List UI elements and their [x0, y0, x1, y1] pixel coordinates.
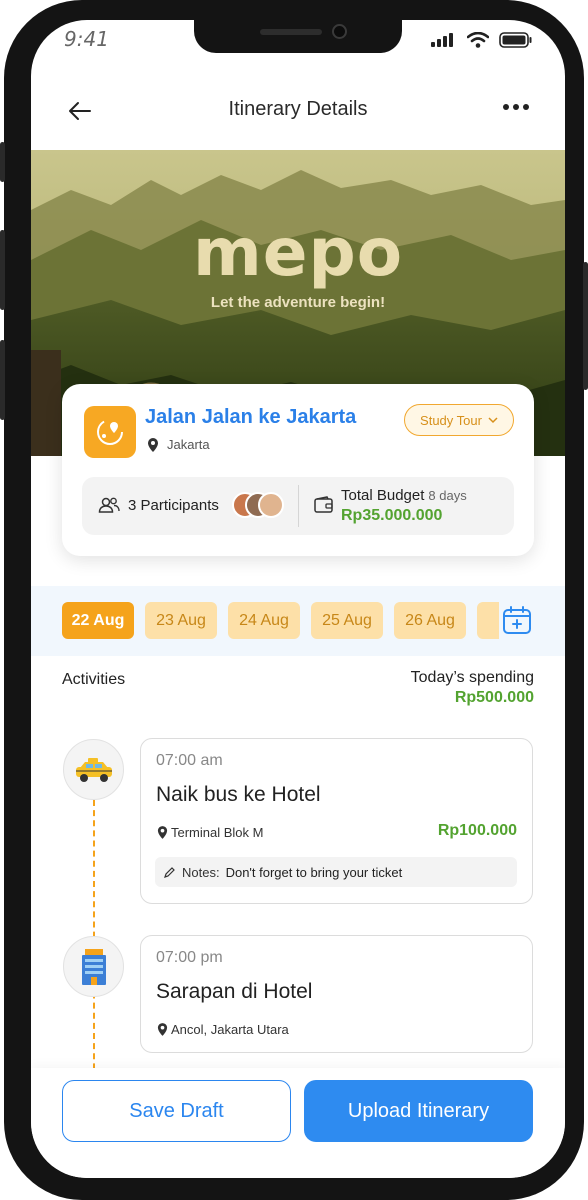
activity-card[interactable]: 07:00 pm Sarapan di Hotel Ancol, Jakarta… — [140, 935, 533, 1053]
chevron-down-icon — [488, 417, 498, 424]
trip-location: Jakarta — [147, 437, 210, 452]
activity-notes: Notes: Don't forget to bring your ticket — [155, 857, 517, 887]
app-header: Itinerary Details — [31, 88, 565, 134]
bottom-action-bar: Save Draft Upload Itinerary — [31, 1068, 565, 1178]
route-icon — [84, 406, 136, 458]
pencil-icon — [164, 866, 175, 878]
activity-price: Rp100.000 — [437, 822, 517, 839]
more-options-icon[interactable] — [503, 104, 529, 110]
date-selector: 22 Aug 23 Aug 24 Aug 25 Aug 26 Aug — [31, 586, 565, 656]
spending-label: Today’s spending — [410, 669, 534, 686]
signal-icon — [431, 33, 453, 47]
divider — [298, 485, 299, 527]
trip-title: Jalan Jalan ke Jakarta — [145, 406, 357, 428]
budget-label-text: Total Budget — [341, 487, 425, 504]
spending-value: Rp500.000 — [454, 689, 534, 706]
notes-text: Don't forget to bring your ticket — [225, 864, 403, 880]
status-icons — [431, 32, 533, 48]
page-title: Itinerary Details — [228, 98, 368, 120]
wallet-icon — [314, 496, 333, 513]
participants[interactable]: 3 Participants — [98, 496, 219, 514]
date-chip[interactable]: 26 Aug — [394, 602, 466, 639]
category-label: Study Tour — [420, 412, 482, 428]
calendar-add-icon[interactable] — [501, 604, 533, 636]
budget-value: Rp35.000.000 — [341, 507, 443, 524]
activity-time: 07:00 am — [156, 752, 223, 769]
volume-up-button — [0, 230, 5, 310]
participant-avatars[interactable] — [232, 492, 286, 520]
budget-label: Total Budget 8 days — [341, 487, 467, 504]
volume-down-button — [0, 340, 5, 420]
date-chip-partial[interactable] — [477, 602, 499, 639]
trip-info-row: 3 Participants Total Budget 8 days Rp35.0… — [82, 477, 514, 535]
activity-title: Naik bus ke Hotel — [156, 783, 321, 806]
date-chip[interactable]: 24 Aug — [228, 602, 300, 639]
date-chip[interactable]: 23 Aug — [145, 602, 217, 639]
phone-frame: 9:41 Itinerary Details mepo Let the adve… — [0, 0, 588, 1200]
location-pin-icon — [157, 1023, 168, 1036]
activity-location: Terminal Blok M — [157, 825, 263, 840]
upload-itinerary-button[interactable]: Upload Itinerary — [304, 1080, 533, 1142]
power-button — [583, 262, 588, 390]
budget-days: 8 days — [428, 488, 467, 503]
notes-label: Notes: — [182, 864, 220, 880]
activity-location: Ancol, Jakarta Utara — [157, 1022, 289, 1037]
banner-tagline: Let the adventure begin! — [210, 294, 386, 311]
wifi-icon — [467, 32, 489, 48]
save-draft-button[interactable]: Save Draft — [62, 1080, 291, 1142]
location-pin-icon — [148, 437, 158, 452]
activity-time: 07:00 pm — [156, 949, 223, 966]
mepo-logo: mepo — [192, 214, 404, 291]
activity-location-text: Terminal Blok M — [171, 825, 264, 840]
taxi-icon — [63, 739, 124, 800]
screen: 9:41 Itinerary Details mepo Let the adve… — [31, 20, 565, 1178]
activity-title: Sarapan di Hotel — [156, 980, 313, 1003]
status-time: 9:41 — [64, 27, 109, 51]
category-dropdown[interactable]: Study Tour — [404, 404, 514, 436]
participants-count: 3 Participants — [128, 496, 219, 514]
trip-location-text: Jakarta — [167, 437, 210, 452]
date-chip[interactable]: 22 Aug — [62, 602, 134, 639]
trip-summary-card: Jalan Jalan ke Jakarta Jakarta Study Tou… — [62, 384, 534, 556]
activities-label: Activities — [62, 671, 126, 688]
battery-icon — [499, 32, 532, 48]
activity-card[interactable]: 07:00 am Naik bus ke Hotel Terminal Blok… — [140, 738, 533, 904]
location-pin-icon — [157, 826, 168, 839]
hotel-icon — [63, 936, 124, 997]
mute-switch — [0, 142, 5, 182]
people-icon — [98, 497, 120, 513]
activity-location-text: Ancol, Jakarta Utara — [171, 1022, 289, 1037]
notch — [194, 20, 402, 53]
avatar — [258, 492, 284, 518]
date-chip[interactable]: 25 Aug — [311, 602, 383, 639]
